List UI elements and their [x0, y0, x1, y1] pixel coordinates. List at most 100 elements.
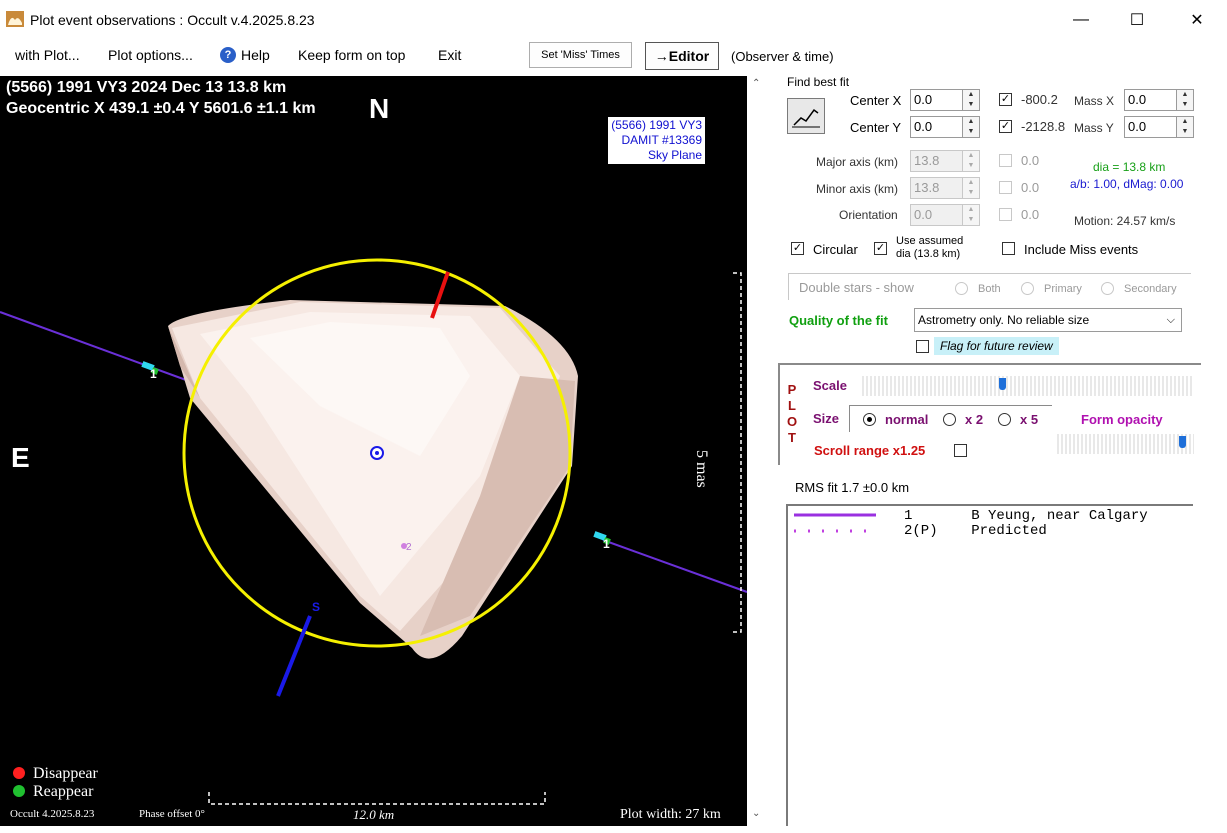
minor-axis-checkbox[interactable]: [999, 181, 1012, 194]
minor-axis-offset: 0.0: [1021, 180, 1040, 195]
plot-letter: P: [787, 382, 797, 397]
close-button[interactable]: ✕: [1174, 4, 1220, 36]
mass-y-spinner[interactable]: ▲ ▼: [1177, 116, 1194, 138]
sky-plane-label: (5566) 1991 VY3 DAMIT #13369 Sky Plane: [608, 117, 705, 164]
list-item[interactable]: 1 B Yeung, near Calgary: [904, 508, 1148, 524]
minor-axis-spinner[interactable]: ▲ ▼: [963, 177, 980, 199]
editor-button[interactable]: →Editor: [645, 42, 719, 70]
observer-time-label: (Observer & time): [731, 49, 834, 64]
disappear-dot: [13, 767, 25, 779]
mas-scale-label: 5 mas: [693, 450, 710, 488]
center-y-checkbox[interactable]: ✓: [999, 120, 1012, 133]
sky-label-line: Sky Plane: [647, 148, 702, 162]
observer-line-samples: [794, 513, 876, 533]
center-marker-dot: [375, 451, 379, 455]
version-label: Occult 4.2025.8.23: [10, 808, 95, 820]
observer-name: Predicted: [971, 523, 1047, 539]
scroll-range-checkbox[interactable]: [954, 444, 967, 457]
center-y-spinner[interactable]: ▲ ▼: [963, 116, 980, 138]
mass-x-spinner[interactable]: ▲ ▼: [1177, 89, 1194, 111]
find-best-fit-label: Find best fit: [787, 75, 850, 89]
legend-reappear: Reappear: [33, 783, 94, 800]
orientation-input[interactable]: 0.0: [910, 204, 963, 226]
observer-number: 1: [904, 508, 938, 524]
quality-label: Quality of the fit: [789, 313, 888, 328]
mass-x-label: Mass X: [1074, 94, 1115, 108]
mass-x-input[interactable]: 0.0: [1124, 89, 1177, 111]
orientation-spinner[interactable]: ▲ ▼: [963, 204, 980, 226]
menu-exit[interactable]: Exit: [438, 47, 461, 63]
both-label: Both: [978, 283, 1001, 295]
center-y-input[interactable]: 0.0: [910, 116, 963, 138]
chord-label-west: 1: [150, 367, 157, 381]
scale-slider[interactable]: [862, 376, 1194, 396]
plot-width-label: Plot width: 27 km: [620, 807, 721, 822]
orientation-offset: 0.0: [1021, 207, 1040, 222]
circular-checkbox[interactable]: ✓: [791, 242, 804, 255]
plot-header-line2: Geocentric X 439.1 ±0.4 Y 5601.6 ±1.1 km: [6, 100, 316, 117]
major-axis-label: Major axis (km): [816, 155, 899, 169]
north-label: N: [369, 93, 390, 124]
mass-y-label: Mass Y: [1074, 121, 1114, 135]
minimize-button[interactable]: —: [1058, 4, 1104, 36]
asteroid-shape: [168, 300, 578, 659]
app-icon: [6, 11, 24, 27]
primary-radio[interactable]: [1021, 282, 1034, 295]
major-axis-spinner[interactable]: ▲ ▼: [963, 150, 980, 172]
plot-scrollbar[interactable]: ⌃ ⌄: [750, 76, 766, 826]
scroll-range-label: Scroll range x1.25: [814, 443, 926, 458]
primary-label: Primary: [1044, 283, 1082, 295]
major-axis-checkbox[interactable]: [999, 154, 1012, 167]
menu-keep-on-top[interactable]: Keep form on top: [298, 47, 405, 63]
use-assumed-line1: Use assumed: [896, 235, 964, 247]
minor-axis-input[interactable]: 13.8: [910, 177, 963, 199]
motion-label: Motion: 24.57 km/s: [1074, 214, 1176, 228]
scale-slider-thumb[interactable]: [998, 378, 1006, 390]
quality-select[interactable]: Astrometry only. No reliable size ⌵: [914, 308, 1182, 332]
window-title: Plot event observations : Occult v.4.202…: [30, 12, 315, 28]
center-x-checkbox[interactable]: ✓: [999, 93, 1012, 106]
plot-header-line1: (5566) 1991 VY3 2024 Dec 13 13.8 km: [6, 79, 287, 96]
include-miss-checkbox[interactable]: [1002, 242, 1015, 255]
help-icon[interactable]: ?: [220, 47, 236, 63]
mas-scale-bracket: [733, 272, 742, 633]
use-assumed-checkbox[interactable]: ✓: [874, 242, 887, 255]
km-scale-label: 12.0 km: [353, 807, 395, 822]
menu-with-plot[interactable]: with Plot...: [15, 47, 80, 63]
secondary-radio[interactable]: [1101, 282, 1114, 295]
size-normal-label: normal: [885, 412, 929, 427]
list-item[interactable]: 2(P) Predicted: [904, 523, 1047, 539]
size-x5-radio[interactable]: [998, 413, 1011, 426]
plot-canvas: [0, 258, 747, 805]
orientation-label: Orientation: [839, 208, 898, 222]
east-label: E: [11, 442, 30, 473]
size-normal-radio[interactable]: [863, 413, 876, 426]
flag-review-checkbox[interactable]: [916, 340, 929, 353]
plot-area[interactable]: (5566) 1991 VY3 2024 Dec 13 13.8 km Geoc…: [0, 76, 747, 826]
chord-east: [602, 539, 747, 593]
opacity-slider[interactable]: [1057, 434, 1194, 454]
opacity-slider-thumb[interactable]: [1179, 436, 1187, 448]
menu-help[interactable]: Help: [241, 47, 270, 63]
phase-offset-label: Phase offset 0°: [139, 808, 205, 820]
menu-plot-options[interactable]: Plot options...: [108, 47, 193, 63]
find-best-fit-button[interactable]: [787, 98, 825, 134]
maximize-button[interactable]: ☐: [1114, 4, 1160, 36]
both-radio[interactable]: [955, 282, 968, 295]
chevron-down-icon: ⌵: [1166, 314, 1175, 326]
center-x-spinner[interactable]: ▲ ▼: [963, 89, 980, 111]
center-x-input[interactable]: 0.0: [910, 89, 963, 111]
predicted-label: 2: [406, 542, 412, 553]
reappear-dot: [13, 785, 25, 797]
mass-y-input[interactable]: 0.0: [1124, 116, 1177, 138]
size-x2-radio[interactable]: [943, 413, 956, 426]
observer-legend[interactable]: [786, 504, 1193, 826]
major-axis-input[interactable]: 13.8: [910, 150, 963, 172]
plot-vertical-label: P L O T: [787, 382, 797, 446]
orientation-checkbox[interactable]: [999, 208, 1012, 221]
quality-select-value: Astrometry only. No reliable size: [918, 313, 1090, 327]
set-miss-times-button[interactable]: Set 'Miss' Times: [529, 42, 632, 68]
best-fit-icon: [792, 108, 820, 128]
scroll-up-icon[interactable]: ⌃: [752, 78, 760, 89]
scroll-down-icon[interactable]: ⌄: [752, 808, 760, 819]
